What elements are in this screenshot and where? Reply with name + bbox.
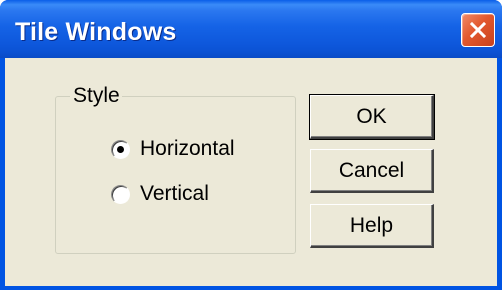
title-bar[interactable]: Tile Windows bbox=[0, 0, 502, 58]
radio-button-checked[interactable] bbox=[111, 139, 130, 159]
help-button[interactable]: Help bbox=[310, 204, 434, 248]
radio-vertical-label: Vertical bbox=[140, 182, 209, 205]
radio-horizontal[interactable]: Horizontal bbox=[111, 137, 235, 161]
ok-button[interactable]: OK bbox=[309, 94, 435, 140]
tile-windows-dialog: Tile Windows Style Horizontal Vertical O… bbox=[0, 0, 502, 290]
radio-vertical[interactable]: Vertical bbox=[111, 182, 209, 206]
close-x-icon bbox=[469, 21, 487, 39]
radio-button-unchecked[interactable] bbox=[111, 184, 130, 204]
groupbox-label: Style bbox=[70, 84, 122, 108]
radio-horizontal-label: Horizontal bbox=[140, 137, 235, 160]
close-button[interactable] bbox=[461, 13, 495, 47]
cancel-button[interactable]: Cancel bbox=[310, 149, 434, 193]
style-groupbox: Style bbox=[55, 84, 296, 254]
dialog-client-area: Style Horizontal Vertical OK Cancel Help bbox=[5, 58, 497, 286]
window-title: Tile Windows bbox=[15, 18, 177, 46]
radio-dot-icon bbox=[117, 145, 124, 153]
